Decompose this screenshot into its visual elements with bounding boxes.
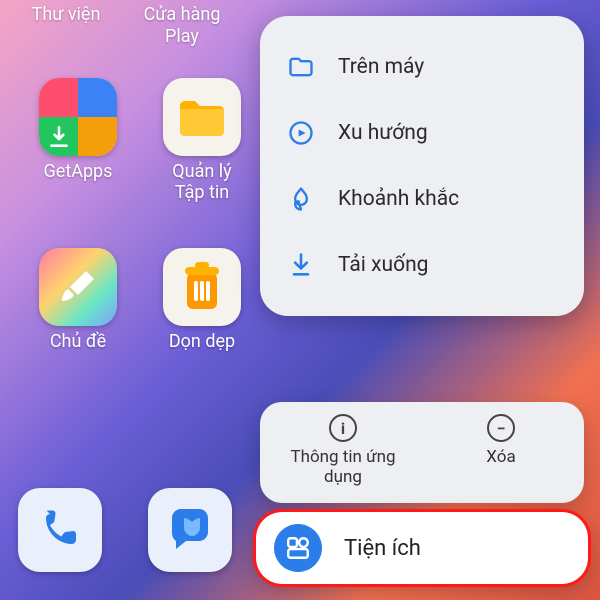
messages-icon (148, 488, 232, 572)
ctx-item-local-label: Trên máy (338, 55, 424, 79)
top-app-playstore-label: Cửa hàng Play (124, 4, 240, 47)
widgets-icon (274, 524, 322, 572)
ctx-item-local[interactable]: Trên máy (270, 34, 574, 100)
app-cleaner[interactable]: Dọn dẹp (144, 248, 260, 353)
context-menu: Trên máy Xu hướng Khoảnh khắc Tải xuống (260, 16, 584, 316)
ctx-item-trending-label: Xu hướng (338, 121, 428, 145)
app-getapps[interactable]: GetApps (20, 78, 136, 183)
widget-button-label: Tiện ích (344, 536, 421, 561)
download-icon (286, 250, 316, 280)
ctx-item-download[interactable]: Tải xuống (270, 232, 574, 298)
ctx-item-download-label: Tải xuống (338, 253, 428, 277)
action-bar: i Thông tin ứng dụng − Xóa (260, 402, 584, 503)
getapps-icon (39, 78, 117, 156)
top-app-library[interactable]: Thư viện (8, 4, 124, 47)
info-icon: i (329, 414, 357, 442)
brush-icon (39, 248, 117, 326)
dock-messages[interactable] (140, 488, 240, 578)
folder-icon (163, 78, 241, 156)
action-app-info[interactable]: i Thông tin ứng dụng (264, 412, 422, 487)
top-app-playstore[interactable]: Cửa hàng Play (124, 4, 240, 47)
phone-icon (18, 488, 102, 572)
top-app-library-label: Thư viện (8, 4, 124, 26)
app-theme-label: Chủ đề (20, 332, 136, 353)
ctx-item-trending[interactable]: Xu hướng (270, 100, 574, 166)
remove-icon: − (487, 414, 515, 442)
moments-icon (286, 184, 316, 214)
ctx-item-moments-label: Khoảnh khắc (338, 187, 459, 211)
app-getapps-label: GetApps (20, 162, 136, 183)
folder-outline-icon (286, 52, 316, 82)
action-remove-label: Xóa (422, 448, 580, 468)
action-remove[interactable]: − Xóa (422, 412, 580, 487)
app-cleaner-label: Dọn dẹp (144, 332, 260, 353)
trash-icon (163, 248, 241, 326)
action-app-info-label: Thông tin ứng dụng (264, 448, 422, 487)
widget-button[interactable]: Tiện ích (256, 512, 588, 584)
ctx-item-moments[interactable]: Khoảnh khắc (270, 166, 574, 232)
dock-phone[interactable] (10, 488, 110, 578)
app-file-manager[interactable]: Quản lý Tập tin (144, 78, 260, 203)
play-circle-icon (286, 118, 316, 148)
app-theme[interactable]: Chủ đề (20, 248, 136, 353)
app-file-manager-label: Quản lý Tập tin (144, 162, 260, 203)
